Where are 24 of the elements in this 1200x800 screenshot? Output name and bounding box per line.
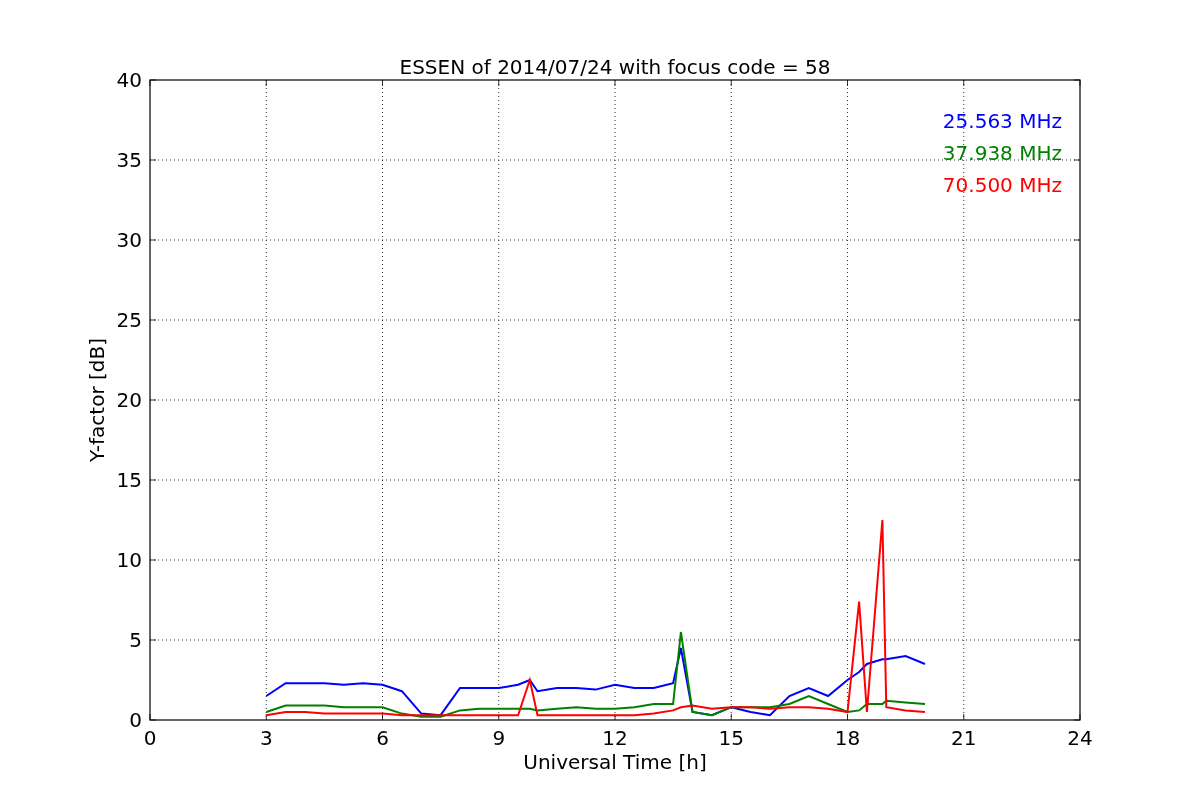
x-tick-label: 18 (834, 726, 861, 750)
y-tick-label: 10 (116, 548, 142, 572)
x-tick-label: 0 (143, 726, 157, 750)
x-tick-label: 9 (492, 726, 506, 750)
x-axis-label: Universal Time [h] (523, 750, 707, 774)
y-axis-label: Y-factor [dB] (85, 338, 109, 462)
y-tick-label: 30 (116, 228, 142, 252)
x-tick-label: 12 (602, 726, 628, 750)
y-tick-label: 40 (116, 68, 142, 92)
x-tick-label: 6 (376, 726, 389, 750)
chart-title: ESSEN of 2014/07/24 with focus code = 58 (399, 55, 831, 79)
y-tick-label: 15 (116, 468, 142, 492)
x-tick-label: 15 (718, 726, 744, 750)
y-tick-label: 35 (116, 148, 142, 172)
x-tick-label: 3 (259, 726, 273, 750)
y-tick-label: 5 (129, 628, 142, 652)
legend-label: 37.938 MHz (942, 141, 1062, 165)
legend-label: 70.500 MHz (942, 173, 1062, 197)
y-tick-label: 25 (116, 308, 142, 332)
x-tick-label: 21 (951, 726, 977, 750)
legend-label: 25.563 MHz (942, 109, 1062, 133)
y-tick-label: 0 (129, 708, 142, 732)
y-tick-label: 20 (116, 388, 142, 412)
x-tick-label: 24 (1067, 726, 1093, 750)
